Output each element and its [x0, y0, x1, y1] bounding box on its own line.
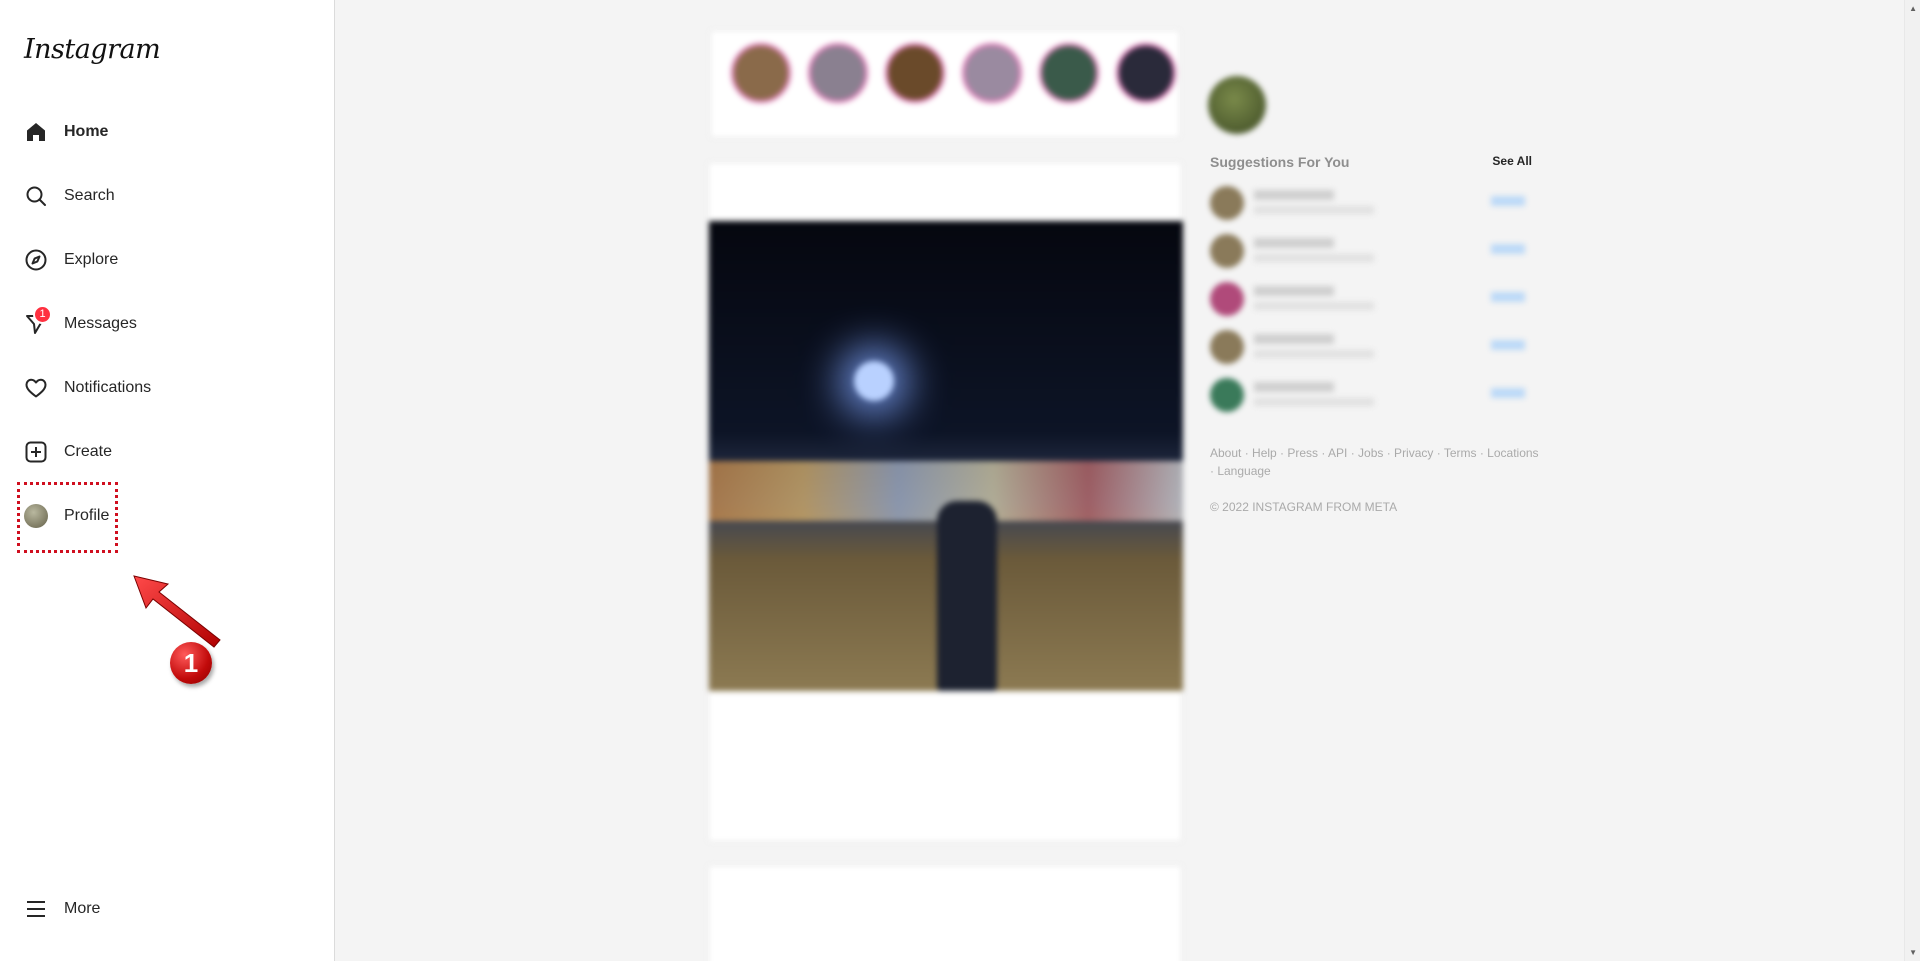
instagram-logo[interactable]: Instagram	[24, 34, 161, 65]
sidebar-item-label: More	[64, 900, 101, 917]
step-number-badge: 1	[170, 642, 212, 684]
sidebar-item-label: Messages	[64, 315, 137, 332]
scroll-down-icon[interactable]: ▼	[1909, 948, 1917, 957]
suggestion-row	[1208, 374, 1533, 414]
sidebar-item-label: Create	[64, 443, 113, 460]
scrollbar[interactable]: ▲ ▼	[1904, 0, 1920, 961]
heart-icon	[22, 375, 49, 402]
unread-badge: 1	[33, 304, 52, 324]
sidebar: Instagram Home Search Explore 1 Messages…	[0, 0, 335, 961]
sidebar-item-label: Home	[64, 123, 109, 140]
footer-links: About · Help · Press · API · Jobs · Priv…	[1210, 446, 1539, 478]
stories-tray	[710, 30, 1180, 138]
sidebar-item-label: Search	[64, 187, 115, 204]
copyright-text: © 2022 INSTAGRAM FROM META	[1210, 500, 1398, 514]
highlight-box	[17, 482, 118, 553]
story-avatar	[808, 43, 868, 103]
sidebar-item-notifications[interactable]: Notifications	[22, 369, 151, 407]
suggestion-row	[1208, 326, 1533, 366]
suggestion-row	[1208, 182, 1533, 222]
suggestion-row	[1208, 278, 1533, 318]
suggestions-title: Suggestions For You	[1210, 154, 1350, 170]
menu-icon	[22, 896, 49, 923]
current-user-avatar	[1208, 76, 1266, 134]
story-avatar	[885, 43, 945, 103]
compass-icon	[22, 247, 49, 274]
sidebar-item-messages[interactable]: 1 Messages	[22, 304, 137, 343]
search-icon	[22, 183, 49, 210]
story-avatar	[731, 43, 791, 103]
sidebar-item-label: Explore	[64, 251, 119, 268]
sidebar-item-label: Notifications	[64, 379, 152, 396]
scroll-up-icon[interactable]: ▲	[1909, 4, 1917, 13]
story-avatar	[962, 43, 1022, 103]
plus-square-icon	[22, 439, 49, 466]
sidebar-item-search[interactable]: Search	[22, 177, 115, 215]
messenger-icon: 1	[22, 304, 52, 338]
story-avatar	[1039, 43, 1099, 103]
story-avatar	[1116, 43, 1176, 103]
sidebar-item-create[interactable]: Create	[22, 433, 112, 471]
sidebar-item-more[interactable]: More	[22, 890, 100, 928]
feed-post	[708, 162, 1183, 842]
sidebar-item-explore[interactable]: Explore	[22, 241, 118, 279]
sidebar-item-home[interactable]: Home	[22, 113, 108, 151]
arrow-icon	[133, 575, 221, 648]
post-image	[709, 221, 1183, 691]
suggestion-row	[1208, 230, 1533, 270]
feed-post	[708, 865, 1182, 961]
see-all-link[interactable]: See All	[1492, 154, 1532, 168]
home-icon	[22, 119, 49, 146]
